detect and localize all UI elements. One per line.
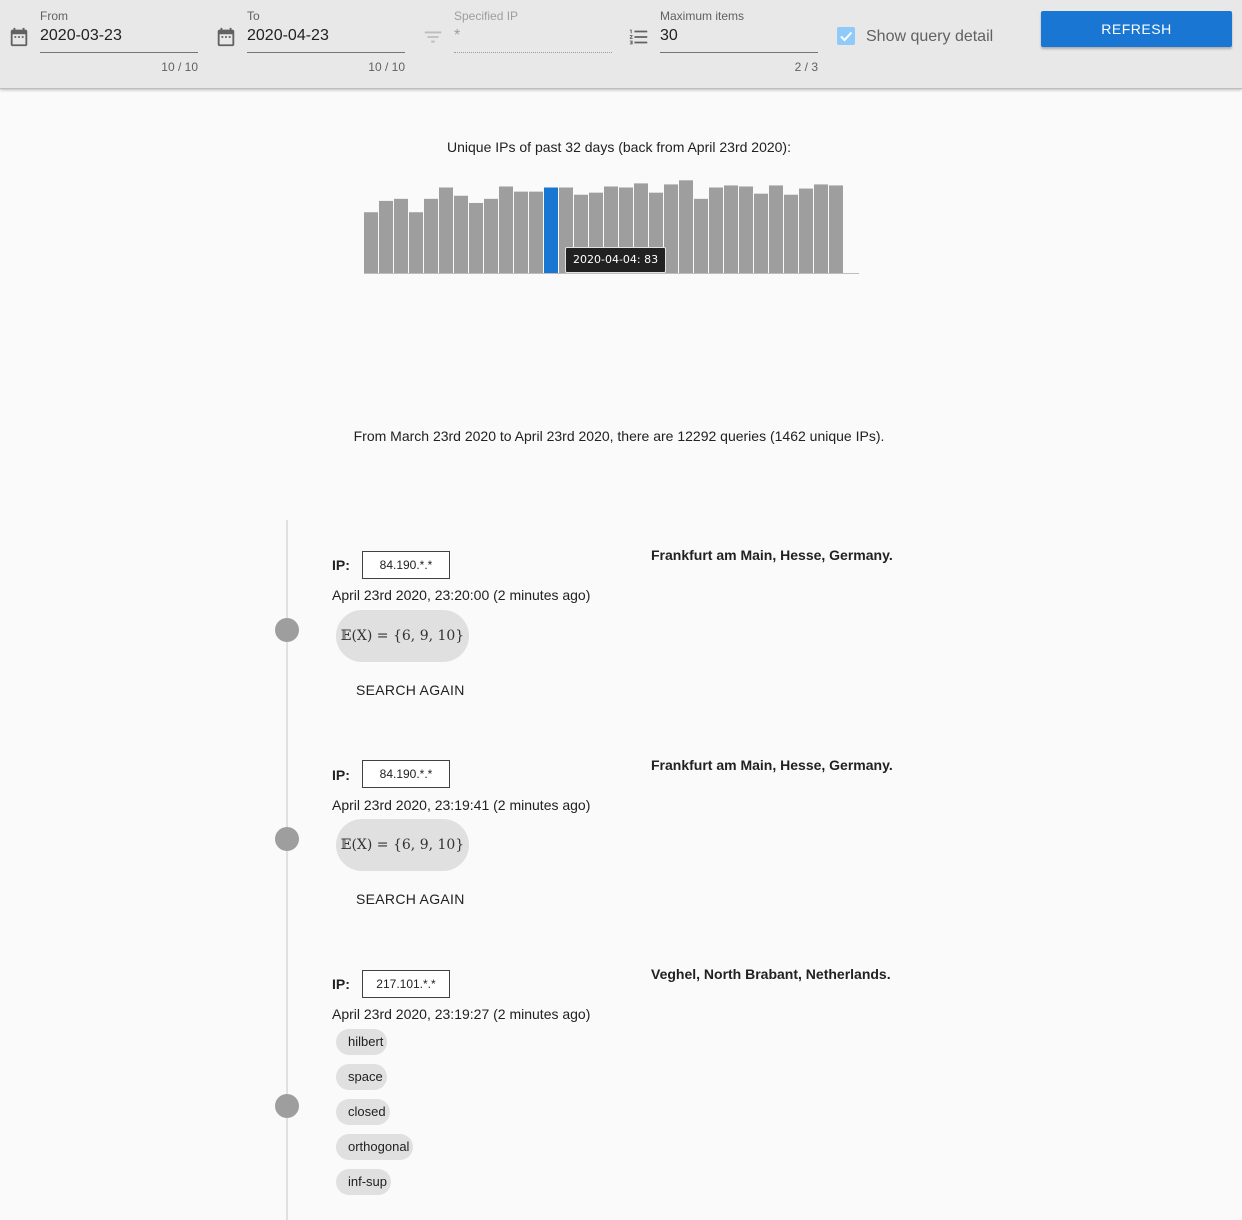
chart-bar[interactable] (469, 202, 483, 273)
from-input[interactable]: 2020-03-23 (40, 27, 122, 45)
chart-bar[interactable] (724, 185, 738, 273)
ip-label: IP: (332, 767, 350, 783)
chart-bar[interactable] (814, 184, 828, 273)
chart-bar[interactable] (664, 184, 678, 273)
keyword-chip[interactable]: closed (336, 1099, 390, 1125)
search-again-button[interactable]: Search again (346, 674, 475, 706)
ip-input[interactable]: * (454, 27, 460, 45)
chart-bar[interactable] (709, 187, 723, 273)
chart-bar[interactable] (439, 187, 453, 273)
max-items-label: Maximum items (660, 9, 745, 23)
chart-title: Unique IPs of past 32 days (back from Ap… (447, 139, 791, 155)
ip-label: IP: (332, 976, 350, 992)
location: Veghel, North Brabant, Netherlands. (651, 966, 891, 982)
query-chip[interactable]: 𝔼(X) = {6, 9, 10} (336, 819, 469, 871)
chart-bar[interactable] (394, 198, 408, 273)
timeline-dot (275, 618, 299, 642)
query-toolbar: From 2020-03-23 10 / 10 To 2020-04-23 10… (0, 0, 1242, 89)
ip-address: 217.101.*.* (362, 970, 450, 998)
to-date-field[interactable]: To 2020-04-23 10 / 10 (215, 0, 405, 88)
chart-bar[interactable] (499, 186, 513, 273)
timeline-entry: IP: 84.190.*.* April 23rd 2020, 23:19:41… (0, 750, 1242, 950)
refresh-button[interactable]: Refresh (1041, 11, 1232, 47)
keyword-chip[interactable]: inf-sup (336, 1169, 392, 1195)
timestamp: April 23rd 2020, 23:19:41 (2 minutes ago… (332, 797, 591, 813)
chart-bar[interactable] (679, 180, 693, 273)
max-items-counter: 2 / 3 (794, 60, 818, 74)
chart-bar[interactable] (364, 212, 378, 273)
show-query-detail-label: Show query detail (866, 28, 994, 45)
chart-bar[interactable] (424, 198, 438, 273)
from-underline (40, 52, 198, 53)
from-date-field[interactable]: From 2020-03-23 10 / 10 (8, 0, 198, 88)
from-label: From (40, 9, 68, 23)
chart-bar[interactable] (454, 195, 468, 273)
ip-label: Specified IP (454, 9, 519, 23)
timeline-dot (275, 1094, 299, 1118)
max-items-input[interactable]: 30 (660, 27, 678, 45)
chart-bar[interactable] (544, 187, 558, 273)
to-counter: 10 / 10 (368, 60, 405, 74)
ip-address: 84.190.*.* (362, 551, 450, 579)
chart-bar[interactable] (769, 185, 783, 273)
chart-bar[interactable] (379, 200, 393, 273)
calendar-icon[interactable] (215, 26, 237, 48)
location: Frankfurt am Main, Hesse, Germany. (651, 547, 893, 563)
specified-ip-field[interactable]: Specified IP * (422, 0, 612, 88)
ip-underline (454, 52, 612, 53)
list-numbered-icon (629, 29, 648, 45)
max-items-field[interactable]: Maximum items 30 2 / 3 (628, 0, 818, 88)
chart-bar[interactable] (409, 212, 423, 273)
chart-bar[interactable] (829, 185, 843, 273)
from-counter: 10 / 10 (161, 60, 198, 74)
filter-icon (424, 31, 442, 43)
to-underline (247, 52, 405, 53)
chart-bar[interactable] (739, 186, 753, 273)
chart-bar[interactable] (799, 188, 813, 273)
timeline-entry: IP: 84.190.*.* April 23rd 2020, 23:20:00… (0, 540, 1242, 740)
ip-label: IP: (332, 557, 350, 573)
chart-bar[interactable] (784, 194, 798, 273)
timeline-dot (275, 827, 299, 851)
max-items-underline (660, 52, 818, 53)
ip-address: 84.190.*.* (362, 760, 450, 788)
search-again-button[interactable]: Search again (346, 883, 475, 915)
chart-bar[interactable] (529, 191, 543, 273)
timestamp: April 23rd 2020, 23:20:00 (2 minutes ago… (332, 587, 591, 603)
chart-bar[interactable] (694, 198, 708, 273)
timestamp: April 23rd 2020, 23:19:27 (2 minutes ago… (332, 1006, 591, 1022)
chart-bar[interactable] (514, 191, 528, 273)
timeline-entry: IP: 217.101.*.* April 23rd 2020, 23:19:2… (0, 960, 1242, 1204)
keyword-chip[interactable]: space (336, 1064, 387, 1090)
chart-bar[interactable] (484, 198, 498, 273)
chart-tooltip: 2020-04-04: 83 (565, 247, 667, 273)
query-summary: From March 23rd 2020 to April 23rd 2020,… (353, 428, 885, 444)
calendar-icon[interactable] (8, 26, 30, 48)
checkbox-checked-icon[interactable] (836, 26, 856, 46)
location: Frankfurt am Main, Hesse, Germany. (651, 757, 893, 773)
chart-bar[interactable] (754, 193, 768, 273)
to-input[interactable]: 2020-04-23 (247, 27, 329, 45)
keyword-chip[interactable]: hilbert (336, 1029, 388, 1055)
keyword-chip[interactable]: orthogonal (336, 1134, 414, 1160)
to-label: To (247, 9, 260, 23)
query-chip[interactable]: 𝔼(X) = {6, 9, 10} (336, 610, 469, 662)
